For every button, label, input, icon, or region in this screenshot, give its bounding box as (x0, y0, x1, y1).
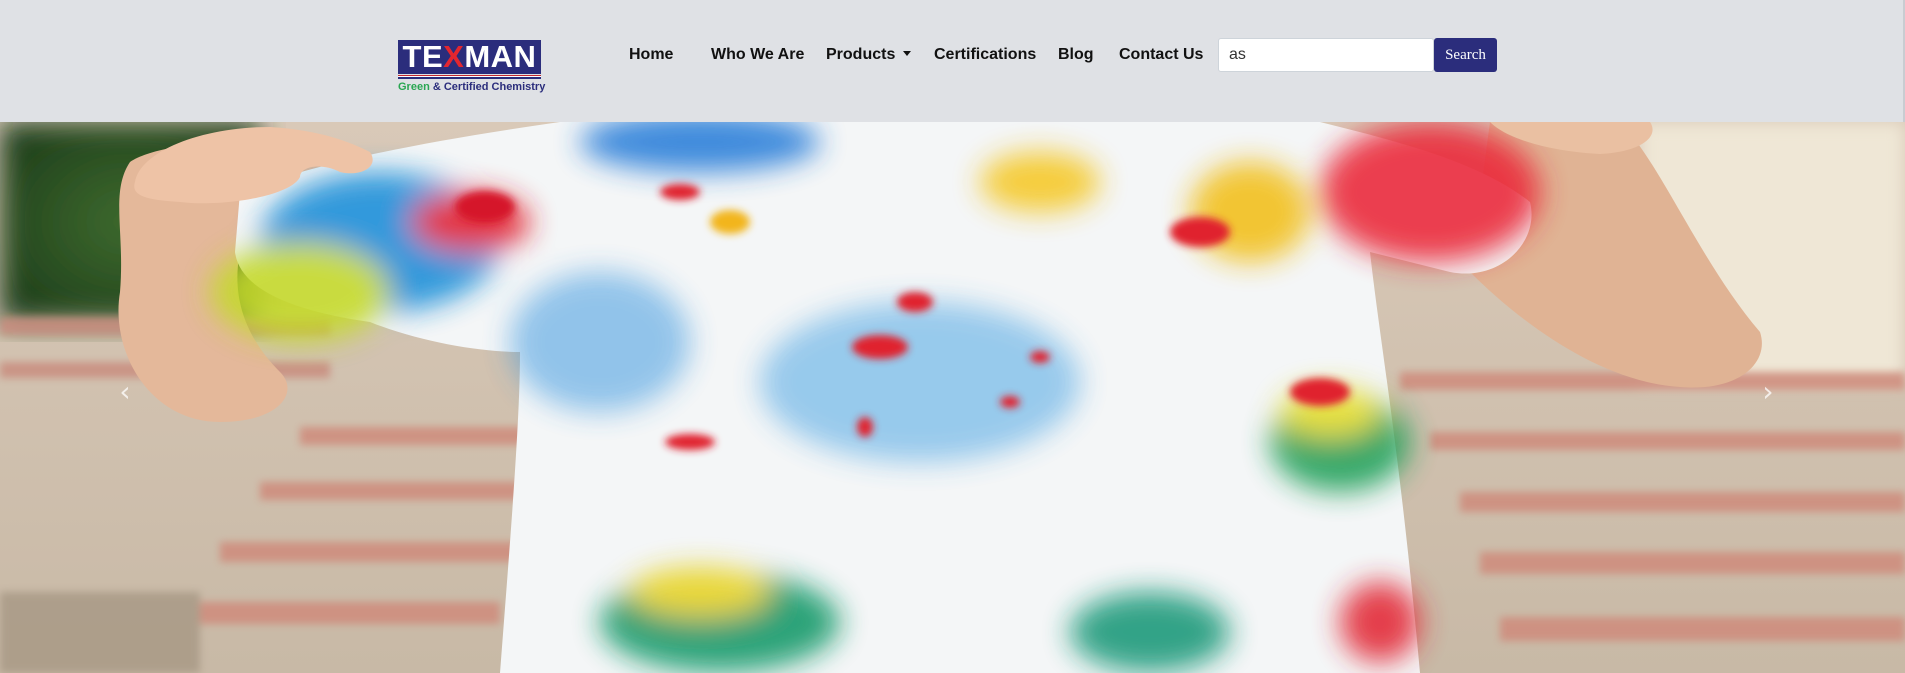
hero-carousel: ‹ › (0, 122, 1905, 673)
nav-who-we-are[interactable]: Who We Are (711, 46, 804, 64)
hero-image (0, 122, 1905, 673)
nav-blog[interactable]: Blog (1058, 46, 1094, 64)
carousel-next[interactable]: › (1748, 352, 1788, 432)
search-button[interactable]: Search (1434, 38, 1497, 72)
nav-contact-us[interactable]: Contact Us (1119, 46, 1203, 64)
top-navbar: TEXMAN Green & Certified Chemistry Home … (0, 0, 1905, 122)
chevron-down-icon (903, 51, 912, 56)
nav-products[interactable]: Products (826, 46, 912, 64)
texman-logo[interactable]: TEXMAN Green & Certified Chemistry (398, 40, 546, 94)
logo-tagline: Green & Certified Chemistry (398, 81, 546, 93)
chevron-right-icon: › (1762, 375, 1774, 408)
logo-stripe (398, 75, 541, 79)
logo-wordmark: TEXMAN (398, 40, 541, 74)
nav-products-label: Products (826, 46, 896, 63)
carousel-prev[interactable]: ‹ (105, 352, 145, 432)
chevron-left-icon: ‹ (119, 375, 131, 408)
search-input[interactable] (1218, 38, 1434, 72)
nav-certifications[interactable]: Certifications (934, 46, 1036, 64)
nav-home[interactable]: Home (629, 46, 673, 64)
